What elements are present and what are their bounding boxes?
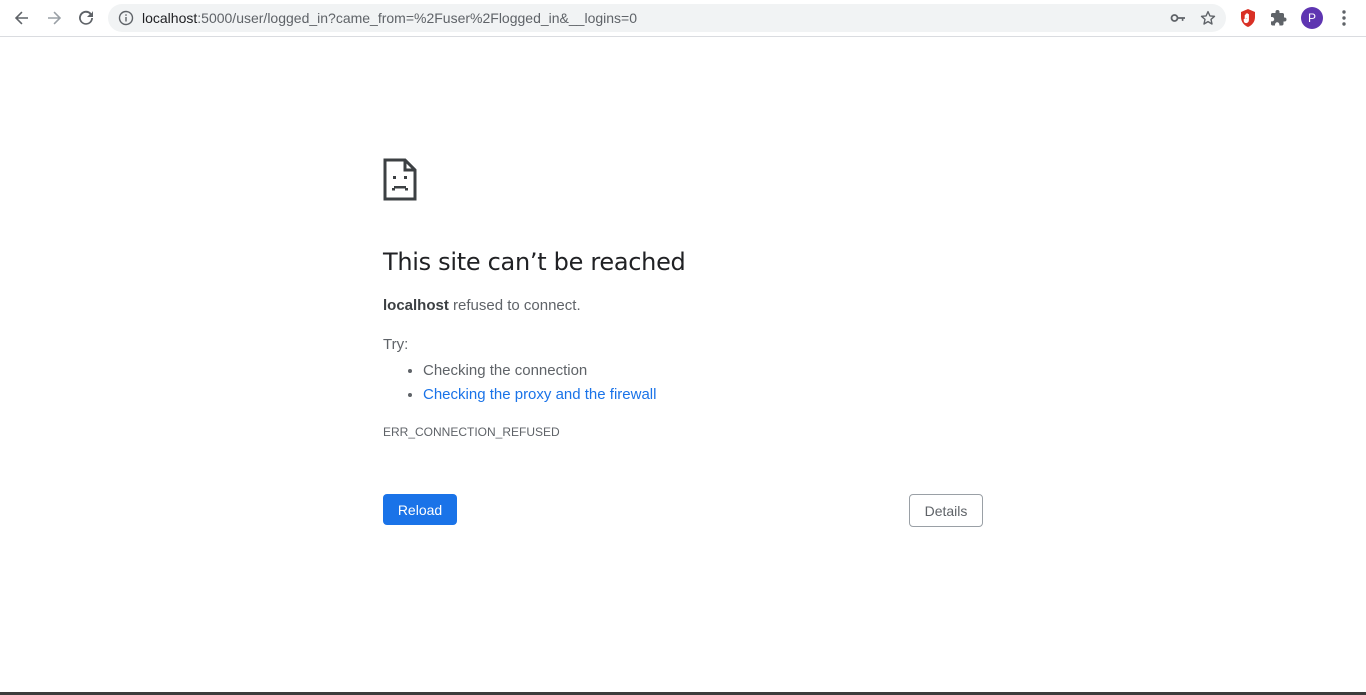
arrow-right-icon: [48, 11, 62, 25]
kebab-menu-icon[interactable]: [1336, 8, 1352, 28]
url-host: localhost: [142, 10, 198, 26]
suggestions-list: Checking the connection Checking the pro…: [383, 359, 656, 407]
info-icon[interactable]: [118, 10, 134, 26]
error-host: localhost: [383, 297, 449, 314]
error-summary: localhost refused to connect.: [383, 297, 581, 314]
proxy-firewall-link[interactable]: Checking the proxy and the firewall: [423, 386, 656, 403]
reload-button[interactable]: Reload: [383, 494, 457, 525]
error-title: This site can’t be reached: [383, 248, 686, 276]
browser-toolbar: localhost:5000/user/logged_in?came_from=…: [0, 0, 1366, 37]
error-summary-text: refused to connect.: [448, 297, 581, 314]
profile-avatar[interactable]: P: [1301, 7, 1323, 29]
hand-shield-icon[interactable]: [1238, 8, 1258, 28]
key-icon[interactable]: [1170, 10, 1186, 26]
url-text[interactable]: localhost:5000/user/logged_in?came_from=…: [142, 4, 637, 32]
reload-page-button[interactable]: [72, 4, 100, 32]
forward-button[interactable]: [40, 4, 68, 32]
suggestion-connection: Checking the connection: [423, 359, 656, 383]
back-button[interactable]: [8, 4, 36, 32]
url-path: :5000/user/logged_in?came_from=%2Fuser%2…: [197, 10, 638, 26]
error-code: ERR_CONNECTION_REFUSED: [383, 425, 560, 439]
suggestion-proxy-firewall: Checking the proxy and the firewall: [423, 383, 656, 407]
try-label: Try:: [383, 336, 409, 353]
reload-icon: [79, 10, 93, 25]
details-button[interactable]: Details: [909, 494, 983, 527]
star-icon[interactable]: [1200, 10, 1216, 26]
address-bar[interactable]: localhost:5000/user/logged_in?came_from=…: [108, 4, 1226, 32]
puzzle-icon[interactable]: [1270, 9, 1288, 27]
sad-page-icon: [383, 158, 417, 201]
arrow-left-icon: [14, 11, 28, 25]
